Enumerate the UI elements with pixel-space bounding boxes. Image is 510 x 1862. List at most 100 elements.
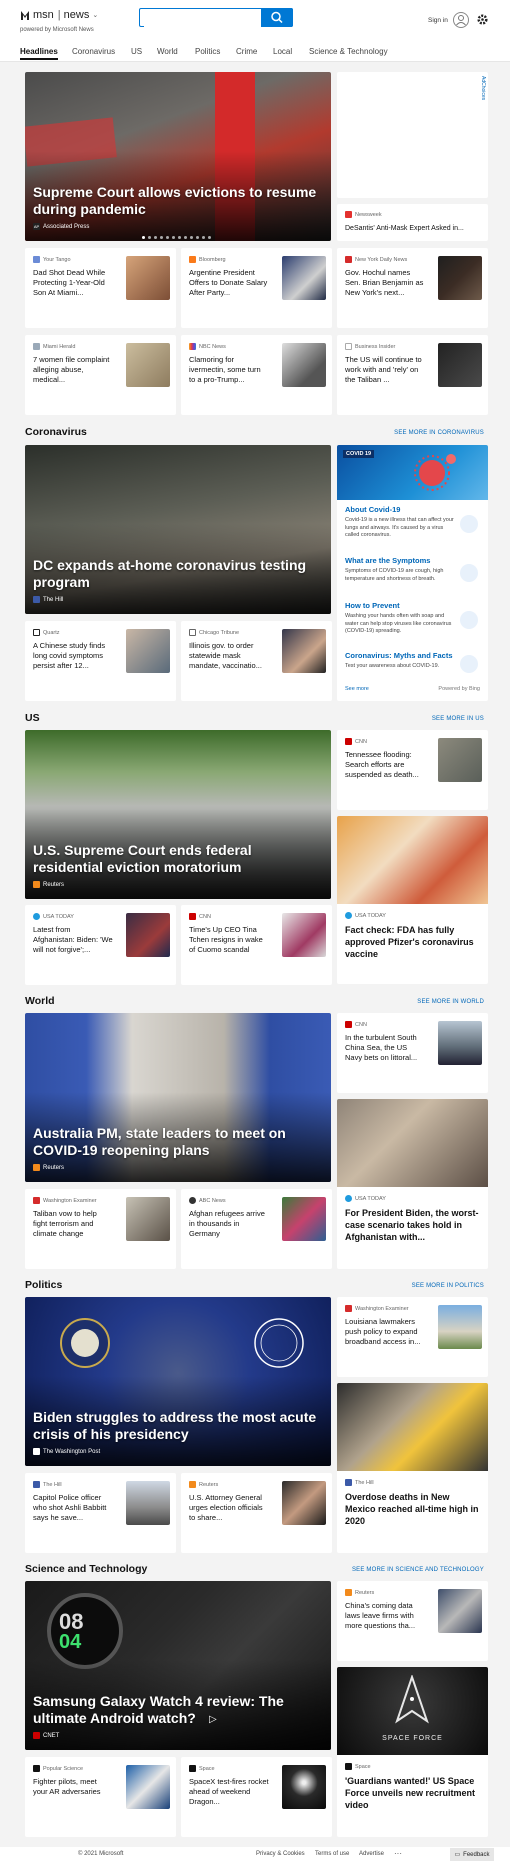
made-in-america-icon	[254, 1318, 304, 1368]
terms-link[interactable]: Terms of use	[315, 1851, 349, 1857]
source-logo-icon	[189, 629, 196, 636]
story-card[interactable]: Business Insider The US will continue to…	[337, 335, 488, 415]
story-card-tall[interactable]: USA TODAY For President Biden, the worst…	[337, 1099, 488, 1269]
tab-science-technology[interactable]: Science & Technology	[309, 47, 388, 56]
politics-hero-card[interactable]: Biden struggles to address the most acut…	[25, 1297, 331, 1466]
hero-title[interactable]: DC expands at-home coronavirus testing p…	[33, 557, 321, 591]
tab-headlines[interactable]: Headlines	[20, 47, 58, 60]
hero-title[interactable]: Biden struggles to address the most acut…	[33, 1409, 321, 1443]
carousel-dots[interactable]	[142, 236, 211, 239]
see-more-politics-link[interactable]: SEE MORE IN POLITICS	[412, 1283, 484, 1289]
story-card[interactable]: CNN Tennessee flooding: Search efforts a…	[337, 730, 488, 810]
tab-crime[interactable]: Crime	[236, 47, 257, 56]
newsweek-logo-icon	[345, 211, 352, 218]
story-image: SPACE FORCE	[337, 1667, 488, 1755]
covid-item[interactable]: Coronavirus: Myths and Facts Test your a…	[345, 651, 480, 673]
story-card[interactable]: Washington Examiner Taliban vow to help …	[25, 1189, 176, 1269]
tab-coronavirus[interactable]: Coronavirus	[72, 47, 115, 56]
story-card[interactable]: Miami Herald 7 women file complaint alle…	[25, 335, 176, 415]
privacy-link[interactable]: Privacy & Cookies	[256, 1851, 305, 1857]
gear-icon[interactable]	[476, 13, 489, 31]
search-box[interactable]	[139, 8, 293, 28]
ad-slot[interactable]: AdChoices	[337, 72, 488, 198]
hero-source: The Hill	[33, 596, 63, 603]
see-more-world-link[interactable]: SEE MORE IN WORLD	[417, 999, 484, 1005]
quiz-icon	[460, 655, 478, 673]
butterfly-icon	[21, 11, 29, 20]
story-image	[337, 816, 488, 904]
story-card[interactable]: The Hill Capitol Police officer who shot…	[25, 1473, 176, 1553]
covid-see-more-link[interactable]: See more	[345, 686, 369, 692]
story-card[interactable]: Space SpaceX test-fires rocket ahead of …	[181, 1757, 332, 1837]
story-card-tall[interactable]: USA TODAY Fact check: FDA has fully appr…	[337, 816, 488, 984]
story-thumbnail	[282, 1481, 326, 1525]
covid-info-panel: COVID 19 About Covid-19 Covid-19 is a ne…	[337, 445, 488, 701]
covid-item[interactable]: How to Prevent Washing your hands often …	[345, 601, 480, 636]
see-more-science-technology-link[interactable]: SEE MORE IN SCIENCE AND TECHNOLOGY	[352, 1567, 484, 1573]
covid-item[interactable]: About Covid-19 Covid-19 is a new illness…	[345, 505, 480, 540]
see-more-us-link[interactable]: SEE MORE IN US	[432, 716, 484, 722]
msn-logo[interactable]: msn | news ⌄	[20, 9, 98, 21]
footer: © 2021 Microsoft Privacy & Cookies Terms…	[0, 1847, 510, 1862]
world-hero-card[interactable]: Australia PM, state leaders to meet on C…	[25, 1013, 331, 1182]
us-hero-card[interactable]: U.S. Supreme Court ends federal resident…	[25, 730, 331, 899]
source-logo-icon	[33, 1481, 40, 1488]
feedback-icon: ▭	[454, 1852, 461, 1858]
story-thumbnail	[126, 1197, 170, 1241]
story-card[interactable]: Washington Examiner Louisiana lawmakers …	[337, 1297, 488, 1377]
headline-hero-card[interactable]: Supreme Court allows evictions to resume…	[25, 72, 331, 241]
tab-local[interactable]: Local	[273, 47, 292, 56]
tab-politics[interactable]: Politics	[195, 47, 220, 56]
search-button[interactable]	[261, 8, 293, 27]
covid-item[interactable]: What are the Symptoms Symptoms of COVID-…	[345, 556, 480, 583]
story-card[interactable]: NBC News Clamoring for ivermectin, some …	[181, 335, 332, 415]
advertise-link[interactable]: Advertise	[359, 1851, 384, 1857]
story-thumbnail	[282, 1197, 326, 1241]
story-card[interactable]: Reuters U.S. Attorney General urges elec…	[181, 1473, 332, 1553]
hero-title[interactable]: U.S. Supreme Court ends federal resident…	[33, 842, 321, 876]
story-thumbnail	[438, 1589, 482, 1633]
story-card[interactable]: Popular Science Fighter pilots, meet you…	[25, 1757, 176, 1837]
source-logo-icon	[189, 1481, 196, 1488]
story-card[interactable]: Bloomberg Argentine President Offers to …	[181, 248, 332, 328]
more-options-icon[interactable]: ···	[394, 1849, 402, 1858]
story-card[interactable]: Chicago Tribune Illinois gov. to order s…	[181, 621, 332, 701]
coronavirus-hero-card[interactable]: DC expands at-home coronavirus testing p…	[25, 445, 331, 614]
tab-us[interactable]: US	[131, 47, 142, 56]
story-card[interactable]: Reuters China's coming data laws leave f…	[337, 1581, 488, 1661]
hero-source: CNET	[33, 1732, 59, 1739]
source-logo-icon	[189, 1197, 196, 1204]
side-story-card[interactable]: Newsweek DeSantis' Anti-Mask Expert Aske…	[337, 204, 488, 241]
seal-icon	[60, 1318, 110, 1368]
cnn-logo-icon	[345, 738, 352, 745]
story-thumbnail	[438, 738, 482, 782]
avatar-icon[interactable]	[453, 12, 469, 28]
search-input[interactable]	[144, 11, 262, 28]
hero-source: Reuters	[33, 881, 64, 888]
hero-title[interactable]: Australia PM, state leaders to meet on C…	[33, 1125, 321, 1159]
story-card-tall[interactable]: The Hill Overdose deaths in New Mexico r…	[337, 1383, 488, 1553]
play-icon[interactable]: ▷	[209, 1714, 217, 1725]
tab-world[interactable]: World	[157, 47, 178, 56]
story-card[interactable]: Quartz A Chinese study finds long covid …	[25, 621, 176, 701]
section-title-science-technology: Science and Technology	[25, 1563, 148, 1575]
source-logo-icon	[33, 256, 40, 263]
story-card[interactable]: ABC News Afghan refugees arrive in thous…	[181, 1189, 332, 1269]
see-more-coronavirus-link[interactable]: SEE MORE IN CORONAVIRUS	[394, 430, 484, 436]
story-card[interactable]: CNN In the turbulent South China Sea, th…	[337, 1013, 488, 1093]
adchoices-label[interactable]: AdChoices	[480, 76, 486, 100]
story-card-tall[interactable]: SPACE FORCE Space 'Guardians wanted!' US…	[337, 1667, 488, 1837]
news-text: news	[63, 9, 90, 21]
story-card[interactable]: Your Tango Dad Shot Dead While Protectin…	[25, 248, 176, 328]
chevron-down-icon[interactable]: ⌄	[92, 11, 98, 19]
story-card[interactable]: USA TODAY Latest from Afghanistan: Biden…	[25, 905, 176, 985]
category-nav: Headlines Coronavirus US World Politics …	[0, 42, 510, 62]
hero-title[interactable]: Supreme Court allows evictions to resume…	[33, 184, 321, 218]
story-card[interactable]: New York Daily News Gov. Hochul names Se…	[337, 248, 488, 328]
story-card[interactable]: CNN Time's Up CEO Tina Tchen resigns in …	[181, 905, 332, 985]
scitech-hero-card[interactable]: 08 04 Samsung Galaxy Watch 4 review: The…	[25, 1581, 331, 1750]
sign-in-link[interactable]: Sign in	[428, 17, 448, 24]
hero-title[interactable]: Samsung Galaxy Watch 4 review: The ultim…	[33, 1693, 321, 1727]
covid-banner-image: COVID 19	[337, 445, 488, 500]
feedback-button[interactable]: ▭ Feedback	[450, 1848, 494, 1861]
